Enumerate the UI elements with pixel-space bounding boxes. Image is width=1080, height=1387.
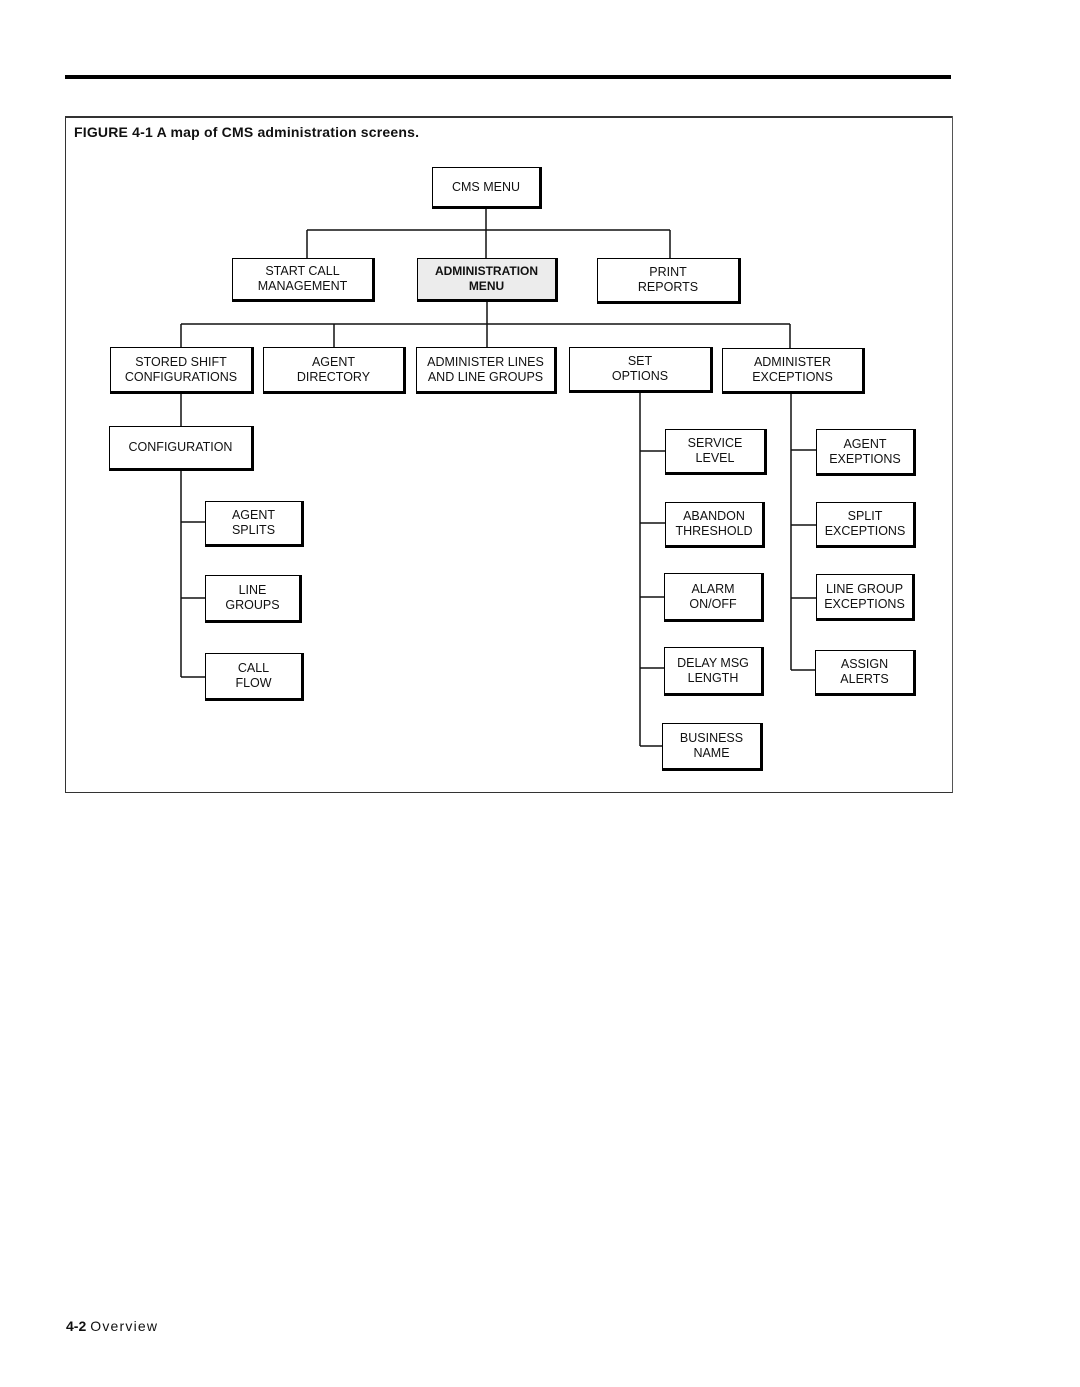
node-delay-msg-length: DELAY MSG LENGTH <box>664 647 764 696</box>
node-business-name: BUSINESS NAME <box>662 723 763 771</box>
node-agent-directory: AGENT DIRECTORY <box>263 347 406 394</box>
node-administration-menu: ADMINISTRATION MENU <box>417 258 558 302</box>
node-agent-exceptions: AGENT EXEPTIONS <box>816 429 916 476</box>
node-line-group-exceptions: LINE GROUP EXCEPTIONS <box>816 574 915 621</box>
node-administer-exceptions: ADMINISTER EXCEPTIONS <box>722 348 865 394</box>
node-line-groups: LINE GROUPS <box>205 575 302 623</box>
page-footer: 4-2 Overview <box>66 1318 158 1334</box>
page-number: 4-2 <box>66 1318 87 1334</box>
node-administer-lines: ADMINISTER LINES AND LINE GROUPS <box>416 347 557 394</box>
node-agent-splits: AGENT SPLITS <box>205 501 304 547</box>
node-stored-shift-configurations: STORED SHIFT CONFIGURATIONS <box>110 347 254 394</box>
node-set-options: SET OPTIONS <box>569 347 713 393</box>
node-abandon-threshold: ABANDON THRESHOLD <box>665 502 765 548</box>
node-start-call-management: START CALL MANAGEMENT <box>232 258 375 302</box>
node-split-exceptions: SPLIT EXCEPTIONS <box>816 502 916 548</box>
node-service-level: SERVICE LEVEL <box>665 429 767 475</box>
node-print-reports: PRINT REPORTS <box>597 258 741 304</box>
node-alarm-on-off: ALARM ON/OFF <box>664 573 764 622</box>
section-title: Overview <box>90 1318 159 1334</box>
node-configuration: CONFIGURATION <box>109 426 254 471</box>
node-cms-menu: CMS MENU <box>432 167 542 209</box>
node-call-flow: CALL FLOW <box>205 653 304 701</box>
node-assign-alerts: ASSIGN ALERTS <box>815 650 916 696</box>
